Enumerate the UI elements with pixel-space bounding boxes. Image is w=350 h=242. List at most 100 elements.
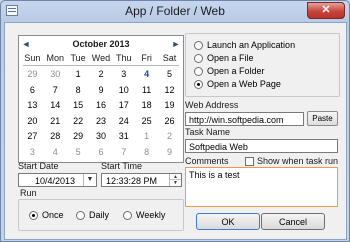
calendar-day[interactable]: 8 [135,145,158,161]
radio-launch-app[interactable] [194,40,203,50]
radio-once[interactable] [29,210,38,220]
calendar-day[interactable]: 28 [44,129,67,145]
calendar-day[interactable]: 6 [21,83,44,99]
calendar-month-title[interactable]: October 2013 [19,39,183,49]
calendar-week-row: 6 7 8 9 10 11 12 [21,83,181,99]
radio-open-folder[interactable] [194,66,203,76]
calendar-day[interactable]: 21 [44,114,67,130]
comments-label: Comments [185,156,229,166]
title-bar[interactable]: App / Folder / Web ✕ [1,1,349,21]
calendar-week-row: 29 30 1 2 3 4 5 [21,67,181,83]
calendar-day[interactable]: 29 [21,67,44,83]
run-once-option[interactable]: Once [29,210,64,220]
radio-open-web-page[interactable] [194,79,203,89]
start-date-label: Start Date [18,161,59,171]
run-daily-option[interactable]: Daily [76,210,109,220]
calendar-divider [23,65,179,66]
run-weekly-label: Weekly [136,210,166,220]
calendar-day[interactable]: 8 [67,83,90,99]
calendar-day[interactable]: 24 [112,114,135,130]
calendar-day[interactable]: 1 [67,67,90,83]
calendar-header: ◄ October 2013 ► [19,36,183,52]
calendar-day[interactable]: 1 [135,129,158,145]
calendar-day[interactable]: 31 [112,129,135,145]
web-address-input[interactable]: http://win.softpedia.com [185,112,304,126]
calendar-day[interactable]: 23 [90,114,113,130]
ok-button[interactable]: OK [196,213,260,230]
run-once-label: Once [42,210,64,220]
next-month-icon[interactable]: ► [171,39,181,49]
task-name-input[interactable]: Softpedia Web [185,139,338,153]
action-option-open-folder[interactable]: Open a Folder [194,66,265,76]
calendar-day[interactable]: 3 [21,145,44,161]
calendar-day[interactable]: 29 [67,129,90,145]
comments-textarea[interactable]: This is a test [185,167,338,207]
calendar-day[interactable]: 27 [21,129,44,145]
chevron-down-icon[interactable]: ▼ [83,174,96,186]
calendar-day[interactable]: 5 [158,67,181,83]
start-date-picker[interactable]: 10/4/2013 ▼ [18,173,97,187]
run-weekly-option[interactable]: Weekly [123,210,165,220]
calendar-day[interactable]: 11 [135,83,158,99]
action-label: Open a File [207,53,254,63]
calendar-day[interactable]: 18 [135,98,158,114]
radio-open-file[interactable] [194,53,203,63]
dialog-body: ◄ October 2013 ► Sun Mon Tue Wed Thu Fri… [4,22,347,240]
calendar-day[interactable]: 2 [90,67,113,83]
time-spinner[interactable]: ▲ ▼ [169,174,181,186]
month-calendar[interactable]: ◄ October 2013 ► Sun Mon Tue Wed Thu Fri… [18,35,184,163]
window-title: App / Folder / Web [125,4,225,18]
calendar-day[interactable]: 6 [90,145,113,161]
radio-weekly[interactable] [123,210,132,220]
action-option-launch-app[interactable]: Launch an Application [194,40,295,50]
calendar-day[interactable]: 15 [67,98,90,114]
close-button[interactable]: ✕ [307,2,345,19]
weekday-label: Thu [116,53,132,63]
weekday-label: Wed [91,53,111,63]
action-type-group: Launch an Application Open a File Open a… [185,33,340,97]
calendar-day[interactable]: 22 [67,114,90,130]
calendar-day[interactable]: 19 [158,98,181,114]
calendar-day[interactable]: 30 [44,67,67,83]
calendar-day[interactable]: 3 [112,67,135,83]
cancel-button[interactable]: Cancel [261,213,325,230]
action-option-open-web-page[interactable]: Open a Web Page [194,79,281,89]
calendar-week-row: 13 14 15 16 17 18 19 [21,98,181,114]
calendar-day[interactable]: 9 [158,145,181,161]
task-name-label: Task Name [185,127,231,137]
calendar-day[interactable]: 7 [112,145,135,161]
action-option-open-file[interactable]: Open a File [194,53,254,63]
calendar-day[interactable]: 13 [21,98,44,114]
run-daily-label: Daily [89,210,110,220]
calendar-day[interactable]: 12 [158,83,181,99]
app-window: App / Folder / Web ✕ ◄ October 2013 ► Su… [0,0,350,242]
calendar-day[interactable]: 25 [135,114,158,130]
calendar-day[interactable]: 17 [112,98,135,114]
calendar-day[interactable]: 14 [44,98,67,114]
start-time-label: Start Time [101,161,143,171]
calendar-week-row: 20 21 22 23 24 25 26 [21,114,181,130]
paste-button[interactable]: Paste [307,111,338,126]
weekday-label: Mon [46,53,65,63]
calendar-day[interactable]: 30 [90,129,113,145]
calendar-day[interactable]: 10 [112,83,135,99]
start-time-value: 12:33:28 PM [106,176,158,186]
calendar-day[interactable]: 2 [158,129,181,145]
calendar-day[interactable]: 4 [135,67,158,83]
calendar-day[interactable]: 9 [90,83,113,99]
calendar-day[interactable]: 26 [158,114,181,130]
calendar-day[interactable]: 5 [67,145,90,161]
calendar-day[interactable]: 4 [44,145,67,161]
show-when-run-label[interactable]: Show when task run [257,156,338,166]
spin-down-icon[interactable]: ▼ [170,180,181,186]
action-label: Open a Folder [207,66,265,76]
start-time-picker[interactable]: 12:33:28 PM ▲ ▼ [101,173,182,187]
weekday-label: Sun [24,53,41,63]
calendar-day[interactable]: 16 [90,98,113,114]
calendar-day[interactable]: 7 [44,83,67,99]
weekday-label: Sat [162,53,177,63]
radio-daily[interactable] [76,210,85,220]
calendar-week-row: 27 28 29 30 31 1 2 [21,129,181,145]
calendar-day[interactable]: 20 [21,114,44,130]
show-when-run-checkbox[interactable] [245,157,254,166]
